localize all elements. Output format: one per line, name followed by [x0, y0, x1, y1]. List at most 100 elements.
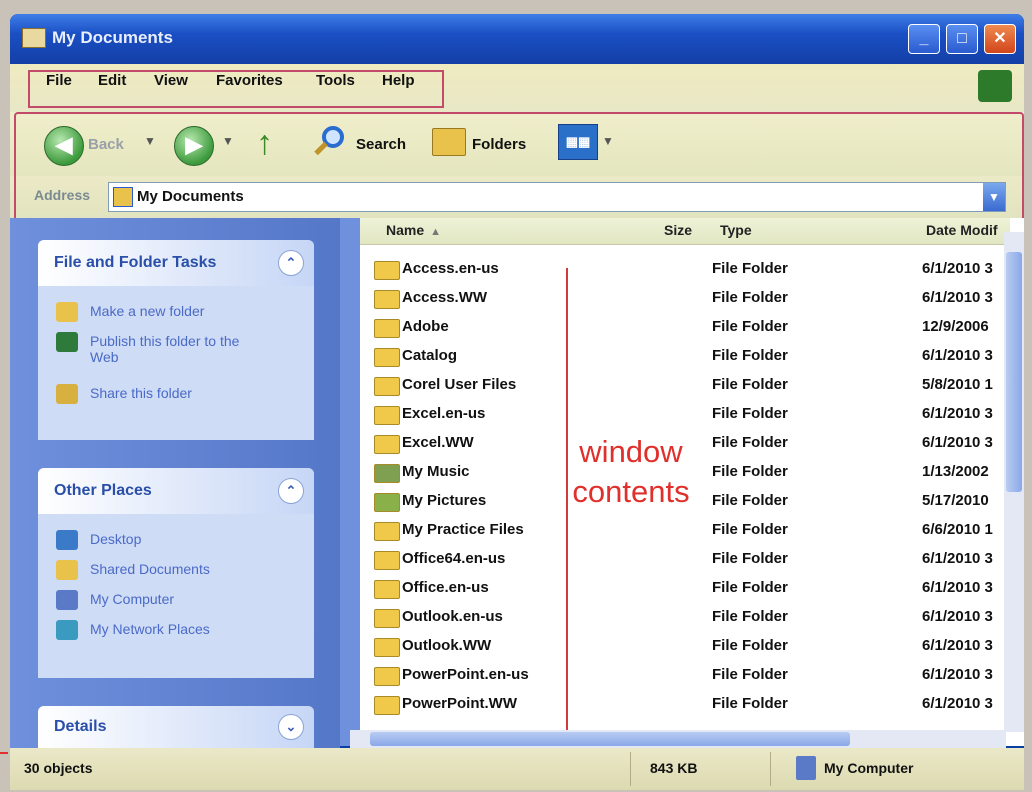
place-network[interactable]: My Network Places: [38, 614, 314, 644]
address-field[interactable]: My Documents ▼: [108, 182, 1006, 212]
search-button[interactable]: Search: [356, 136, 406, 153]
folders-button[interactable]: Folders: [472, 136, 526, 153]
folder-icon: [374, 522, 400, 541]
file-name: PowerPoint.en-us: [402, 666, 529, 683]
task-make-folder[interactable]: Make a new folder: [38, 296, 314, 326]
horizontal-scrollbar[interactable]: [350, 730, 1006, 748]
folder-icon: [374, 377, 400, 396]
file-date: 12/9/2006: [922, 318, 989, 335]
column-type[interactable]: Type: [720, 222, 752, 238]
folder-icon: [374, 261, 400, 280]
folder-icon: [374, 406, 400, 425]
file-row[interactable]: PowerPoint.WW File Folder 6/1/2010 3: [364, 689, 1004, 718]
my-documents-icon: [113, 187, 133, 207]
file-name: Office.en-us: [402, 579, 489, 596]
folder-icon: [374, 609, 400, 628]
file-type: File Folder: [712, 492, 788, 509]
standard-toolbar: ◀ Back ▼ ▶ ▼ ↑ Search Folders ▦▦ ▼: [10, 112, 1024, 177]
file-name: My Music: [402, 463, 470, 480]
collapse-chevron-icon[interactable]: ⌃: [278, 250, 304, 276]
folder-icon: [374, 551, 400, 570]
file-folder-tasks-header[interactable]: File and Folder Tasks ⌃: [38, 240, 314, 286]
address-dropdown-icon[interactable]: ▼: [983, 183, 1005, 211]
maximize-button[interactable]: □: [946, 24, 978, 54]
place-my-computer[interactable]: My Computer: [38, 584, 314, 614]
expand-chevron-icon[interactable]: ⌄: [278, 714, 304, 740]
column-name[interactable]: Name ▲: [386, 222, 441, 238]
file-name: Outlook.en-us: [402, 608, 503, 625]
task-publish-web[interactable]: Publish this folder to the Web: [38, 326, 314, 378]
folder-icon: [374, 435, 400, 454]
file-date: 6/1/2010 3: [922, 405, 993, 422]
file-type: File Folder: [712, 666, 788, 683]
vertical-scroll-thumb[interactable]: [1006, 252, 1022, 492]
file-date: 6/1/2010 3: [922, 347, 993, 364]
place-desktop[interactable]: Desktop: [38, 524, 314, 554]
file-date: 5/17/2010: [922, 492, 989, 509]
folder-icon: [374, 667, 400, 686]
file-name: Office64.en-us: [402, 550, 506, 567]
file-row[interactable]: My Practice Files File Folder 6/6/2010 1: [364, 515, 1004, 544]
menu-file[interactable]: File: [46, 72, 72, 89]
back-dropdown-icon[interactable]: ▼: [144, 134, 156, 148]
views-icon[interactable]: ▦▦: [558, 124, 598, 160]
annotation-label: window contents: [572, 434, 690, 509]
folder-icon: [374, 638, 400, 657]
file-row[interactable]: Catalog File Folder 6/1/2010 3: [364, 341, 1004, 370]
file-name: My Practice Files: [402, 521, 524, 538]
folder-icon: [374, 580, 400, 599]
details-header[interactable]: Details ⌄: [38, 706, 314, 748]
file-date: 6/1/2010 3: [922, 289, 993, 306]
file-date: 6/1/2010 3: [922, 666, 993, 683]
menu-help[interactable]: Help: [382, 72, 415, 89]
file-row[interactable]: Access.en-us File Folder 6/1/2010 3: [364, 254, 1004, 283]
address-label: Address: [34, 187, 91, 203]
close-button[interactable]: ✕: [984, 24, 1016, 54]
file-row[interactable]: Office.en-us File Folder 6/1/2010 3: [364, 573, 1004, 602]
other-places-header[interactable]: Other Places ⌃: [38, 468, 314, 514]
collapse-chevron-icon[interactable]: ⌃: [278, 478, 304, 504]
folder-icon: [374, 319, 400, 338]
file-row[interactable]: Corel User Files File Folder 5/8/2010 1: [364, 370, 1004, 399]
task-share-folder[interactable]: Share this folder: [38, 378, 314, 408]
forward-button[interactable]: ▶: [174, 126, 214, 166]
folder-icon: [374, 348, 400, 367]
search-icon[interactable]: [314, 124, 350, 160]
horizontal-scroll-thumb[interactable]: [370, 732, 850, 746]
file-folder-tasks-title: File and Folder Tasks: [54, 254, 217, 271]
menu-tools[interactable]: Tools: [316, 72, 355, 89]
back-button[interactable]: ◀: [44, 126, 84, 166]
file-row[interactable]: Office64.en-us File Folder 6/1/2010 3: [364, 544, 1004, 573]
new-folder-icon: [56, 302, 78, 322]
title-bar[interactable]: My Documents _ □ ✕: [10, 14, 1024, 64]
address-bar: Address My Documents ▼: [10, 176, 1024, 218]
file-row[interactable]: PowerPoint.en-us File Folder 6/1/2010 3: [364, 660, 1004, 689]
column-date[interactable]: Date Modif: [926, 222, 998, 238]
file-row[interactable]: Access.WW File Folder 6/1/2010 3: [364, 283, 1004, 312]
minimize-button[interactable]: _: [908, 24, 940, 54]
file-row[interactable]: Excel.en-us File Folder 6/1/2010 3: [364, 399, 1004, 428]
column-size[interactable]: Size: [664, 222, 692, 238]
menu-favorites[interactable]: Favorites: [216, 72, 283, 89]
place-shared-documents[interactable]: Shared Documents: [38, 554, 314, 584]
menu-view[interactable]: View: [154, 72, 188, 89]
views-dropdown-icon[interactable]: ▼: [602, 134, 614, 148]
my-computer-icon: [56, 590, 78, 610]
folders-icon[interactable]: [432, 128, 466, 156]
publish-web-icon: [56, 332, 78, 352]
network-places-icon: [56, 620, 78, 640]
file-type: File Folder: [712, 260, 788, 277]
file-type: File Folder: [712, 289, 788, 306]
file-row[interactable]: Adobe File Folder 12/9/2006: [364, 312, 1004, 341]
status-bar: 30 objects 843 KB My Computer: [10, 748, 1024, 790]
file-row[interactable]: Outlook.en-us File Folder 6/1/2010 3: [364, 602, 1004, 631]
forward-dropdown-icon[interactable]: ▼: [222, 134, 234, 148]
file-date: 6/1/2010 3: [922, 608, 993, 625]
vertical-scrollbar[interactable]: [1004, 232, 1024, 732]
file-row[interactable]: Outlook.WW File Folder 6/1/2010 3: [364, 631, 1004, 660]
file-date: 6/1/2010 3: [922, 695, 993, 712]
back-label[interactable]: Back: [88, 136, 124, 153]
up-folder-icon[interactable]: ↑: [256, 124, 286, 162]
menu-edit[interactable]: Edit: [98, 72, 126, 89]
file-name: Excel.WW: [402, 434, 474, 451]
